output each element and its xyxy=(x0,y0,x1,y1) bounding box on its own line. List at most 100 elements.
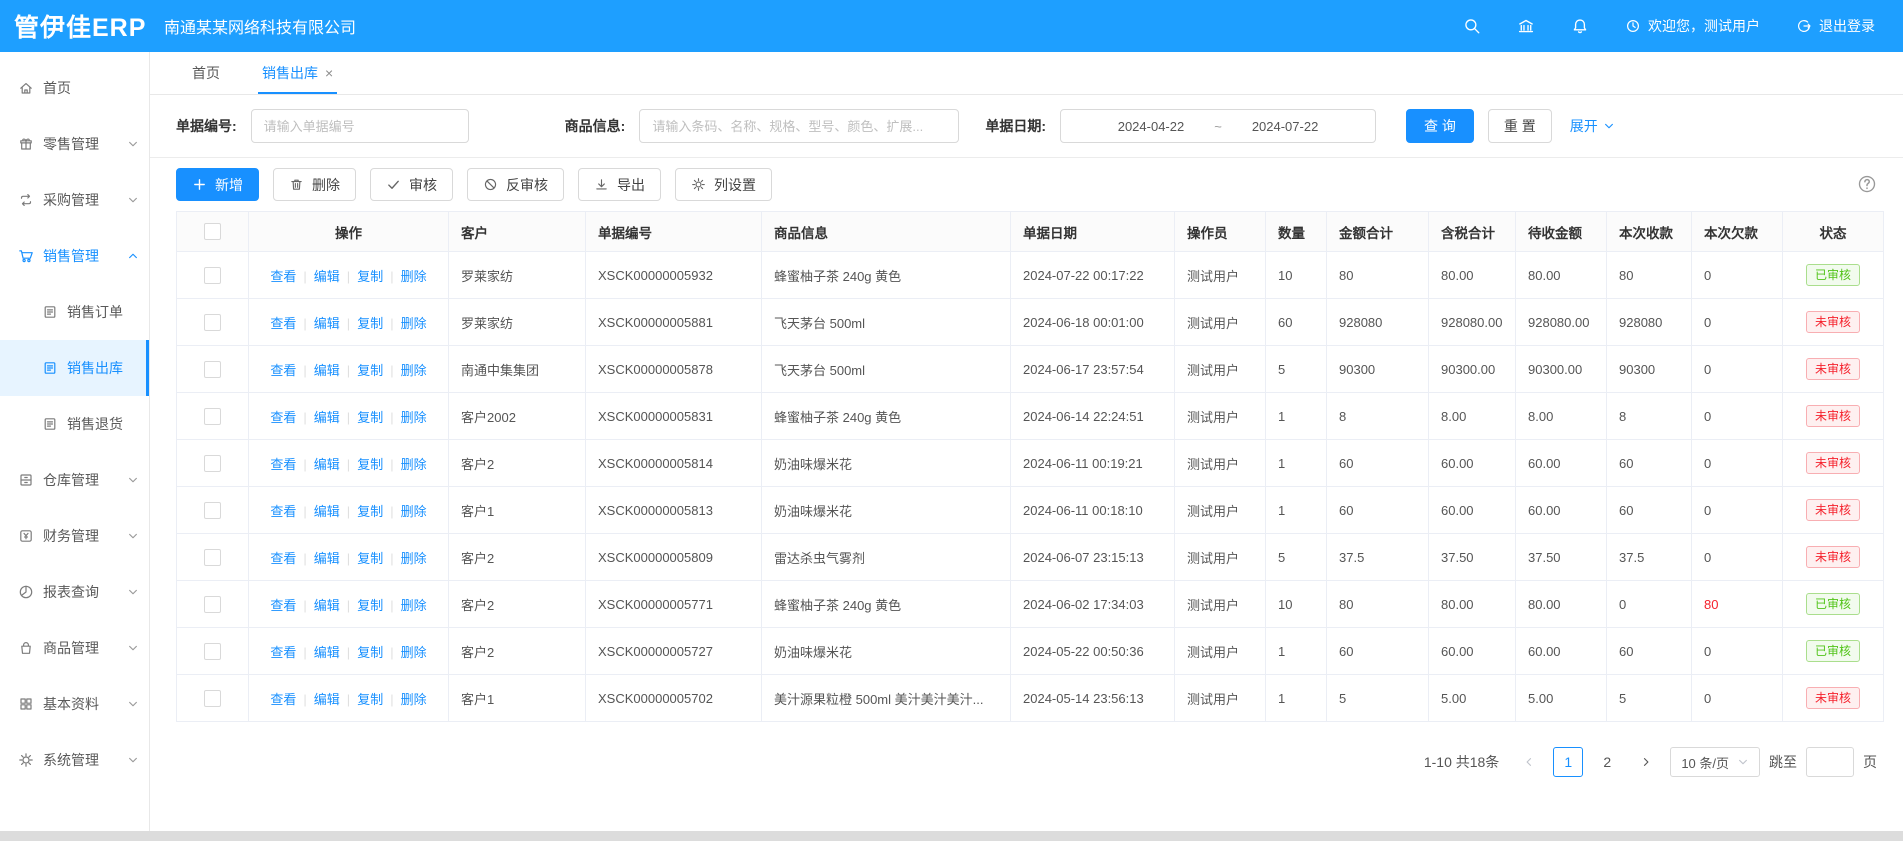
prev-page-button[interactable] xyxy=(1514,747,1544,777)
delete-link[interactable]: 删除 xyxy=(401,410,427,425)
sidebar-item-sales[interactable]: 销售管理 xyxy=(0,228,149,284)
sidebar-item-home[interactable]: 首页 xyxy=(0,60,149,116)
notification-icon[interactable] xyxy=(1571,17,1589,35)
unapprove-button[interactable]: 反审核 xyxy=(467,168,564,201)
edit-link[interactable]: 编辑 xyxy=(314,316,340,331)
view-link[interactable]: 查看 xyxy=(270,645,296,660)
copy-link[interactable]: 复制 xyxy=(357,598,383,613)
delete-link[interactable]: 删除 xyxy=(401,692,427,707)
export-button[interactable]: 导出 xyxy=(578,168,661,201)
sidebar-item-system[interactable]: 系统管理 xyxy=(0,732,149,788)
edit-link[interactable]: 编辑 xyxy=(314,645,340,660)
view-link[interactable]: 查看 xyxy=(270,692,296,707)
delete-link[interactable]: 删除 xyxy=(401,504,427,519)
sidebar-item-basic[interactable]: 基本资料 xyxy=(0,676,149,732)
row-checkbox[interactable] xyxy=(204,361,221,378)
row-checkbox[interactable] xyxy=(204,267,221,284)
view-link[interactable]: 查看 xyxy=(270,598,296,613)
delete-link[interactable]: 删除 xyxy=(401,269,427,284)
view-link[interactable]: 查看 xyxy=(270,410,296,425)
cell-status: 未审核 xyxy=(1783,440,1884,487)
close-icon[interactable]: × xyxy=(325,65,333,81)
search-button[interactable]: 查 询 xyxy=(1406,109,1474,143)
row-checkbox[interactable] xyxy=(204,643,221,660)
doc-no-input[interactable] xyxy=(251,109,469,143)
delete-link[interactable]: 删除 xyxy=(401,551,427,566)
row-checkbox[interactable] xyxy=(204,690,221,707)
edit-link[interactable]: 编辑 xyxy=(314,551,340,566)
view-link[interactable]: 查看 xyxy=(270,363,296,378)
row-checkbox[interactable] xyxy=(204,549,221,566)
view-link[interactable]: 查看 xyxy=(270,316,296,331)
date-range-picker[interactable]: 2024-04-22 ~ 2024-07-22 xyxy=(1060,109,1376,143)
sidebar-item-sales-outbound[interactable]: 销售出库 xyxy=(0,340,149,396)
jump-page-input[interactable] xyxy=(1806,747,1854,777)
copy-link[interactable]: 复制 xyxy=(357,551,383,566)
copy-link[interactable]: 复制 xyxy=(357,410,383,425)
edit-link[interactable]: 编辑 xyxy=(314,269,340,284)
sidebar-item-product[interactable]: 商品管理 xyxy=(0,620,149,676)
tab-sales-outbound[interactable]: 销售出库 × xyxy=(262,52,333,94)
delete-link[interactable]: 删除 xyxy=(401,316,427,331)
view-link[interactable]: 查看 xyxy=(270,551,296,566)
tab-home[interactable]: 首页 xyxy=(192,52,220,94)
view-link[interactable]: 查看 xyxy=(270,269,296,284)
page-button-2[interactable]: 2 xyxy=(1592,747,1622,777)
approve-button[interactable]: 审核 xyxy=(370,168,453,201)
date-end[interactable]: 2024-07-22 xyxy=(1252,119,1319,134)
copy-link[interactable]: 复制 xyxy=(357,692,383,707)
cell-status: 未审核 xyxy=(1783,299,1884,346)
copy-link[interactable]: 复制 xyxy=(357,316,383,331)
view-link[interactable]: 查看 xyxy=(270,504,296,519)
page-size-select[interactable]: 10 条/页 xyxy=(1670,747,1760,777)
sidebar-item-retail[interactable]: 零售管理 xyxy=(0,116,149,172)
sidebar-item-report[interactable]: 报表查询 xyxy=(0,564,149,620)
cell-ops: 查看|编辑|复制|删除 xyxy=(249,487,449,534)
row-checkbox[interactable] xyxy=(204,408,221,425)
edit-link[interactable]: 编辑 xyxy=(314,457,340,472)
view-link[interactable]: 查看 xyxy=(270,457,296,472)
pagination-total: 1-10 共18条 xyxy=(1424,752,1499,772)
sales-icon xyxy=(18,248,34,264)
row-checkbox[interactable] xyxy=(204,455,221,472)
select-all-checkbox[interactable] xyxy=(204,223,221,240)
copy-link[interactable]: 复制 xyxy=(357,504,383,519)
sidebar-item-finance[interactable]: 财务管理 xyxy=(0,508,149,564)
delete-link[interactable]: 删除 xyxy=(401,598,427,613)
edit-link[interactable]: 编辑 xyxy=(314,363,340,378)
edit-link[interactable]: 编辑 xyxy=(314,692,340,707)
expand-link[interactable]: 展开 xyxy=(1570,116,1615,136)
search-icon[interactable] xyxy=(1463,17,1481,35)
copy-link[interactable]: 复制 xyxy=(357,363,383,378)
column-settings-button[interactable]: 列设置 xyxy=(675,168,772,201)
sidebar-item-sales-return[interactable]: 销售退货 xyxy=(0,396,149,452)
delete-button[interactable]: 删除 xyxy=(273,168,356,201)
product-input[interactable] xyxy=(639,109,959,143)
copy-link[interactable]: 复制 xyxy=(357,645,383,660)
copy-link[interactable]: 复制 xyxy=(357,457,383,472)
reset-button[interactable]: 重 置 xyxy=(1488,109,1552,143)
page-button-1[interactable]: 1 xyxy=(1553,747,1583,777)
edit-link[interactable]: 编辑 xyxy=(314,598,340,613)
sidebar-item-purchase[interactable]: 采购管理 xyxy=(0,172,149,228)
delete-link[interactable]: 删除 xyxy=(401,457,427,472)
delete-link[interactable]: 删除 xyxy=(401,645,427,660)
logout-button[interactable]: 退出登录 xyxy=(1796,16,1875,36)
topbar: 管伊佳ERP 南通某某网络科技有限公司 欢迎您，测试用户 退出登录 xyxy=(0,0,1903,52)
date-start[interactable]: 2024-04-22 xyxy=(1118,119,1185,134)
edit-link[interactable]: 编辑 xyxy=(314,504,340,519)
status-badge: 未审核 xyxy=(1806,452,1860,474)
row-checkbox[interactable] xyxy=(204,314,221,331)
row-checkbox[interactable] xyxy=(204,596,221,613)
enterprise-icon[interactable] xyxy=(1517,17,1535,35)
help-icon[interactable] xyxy=(1857,174,1877,194)
edit-link[interactable]: 编辑 xyxy=(314,410,340,425)
sidebar-item-sales-order[interactable]: 销售订单 xyxy=(0,284,149,340)
next-page-button[interactable] xyxy=(1631,747,1661,777)
copy-link[interactable]: 复制 xyxy=(357,269,383,284)
row-checkbox[interactable] xyxy=(204,502,221,519)
delete-link[interactable]: 删除 xyxy=(401,363,427,378)
status-badge: 已审核 xyxy=(1806,593,1860,615)
sidebar-item-warehouse[interactable]: 仓库管理 xyxy=(0,452,149,508)
add-button[interactable]: 新增 xyxy=(176,168,259,201)
